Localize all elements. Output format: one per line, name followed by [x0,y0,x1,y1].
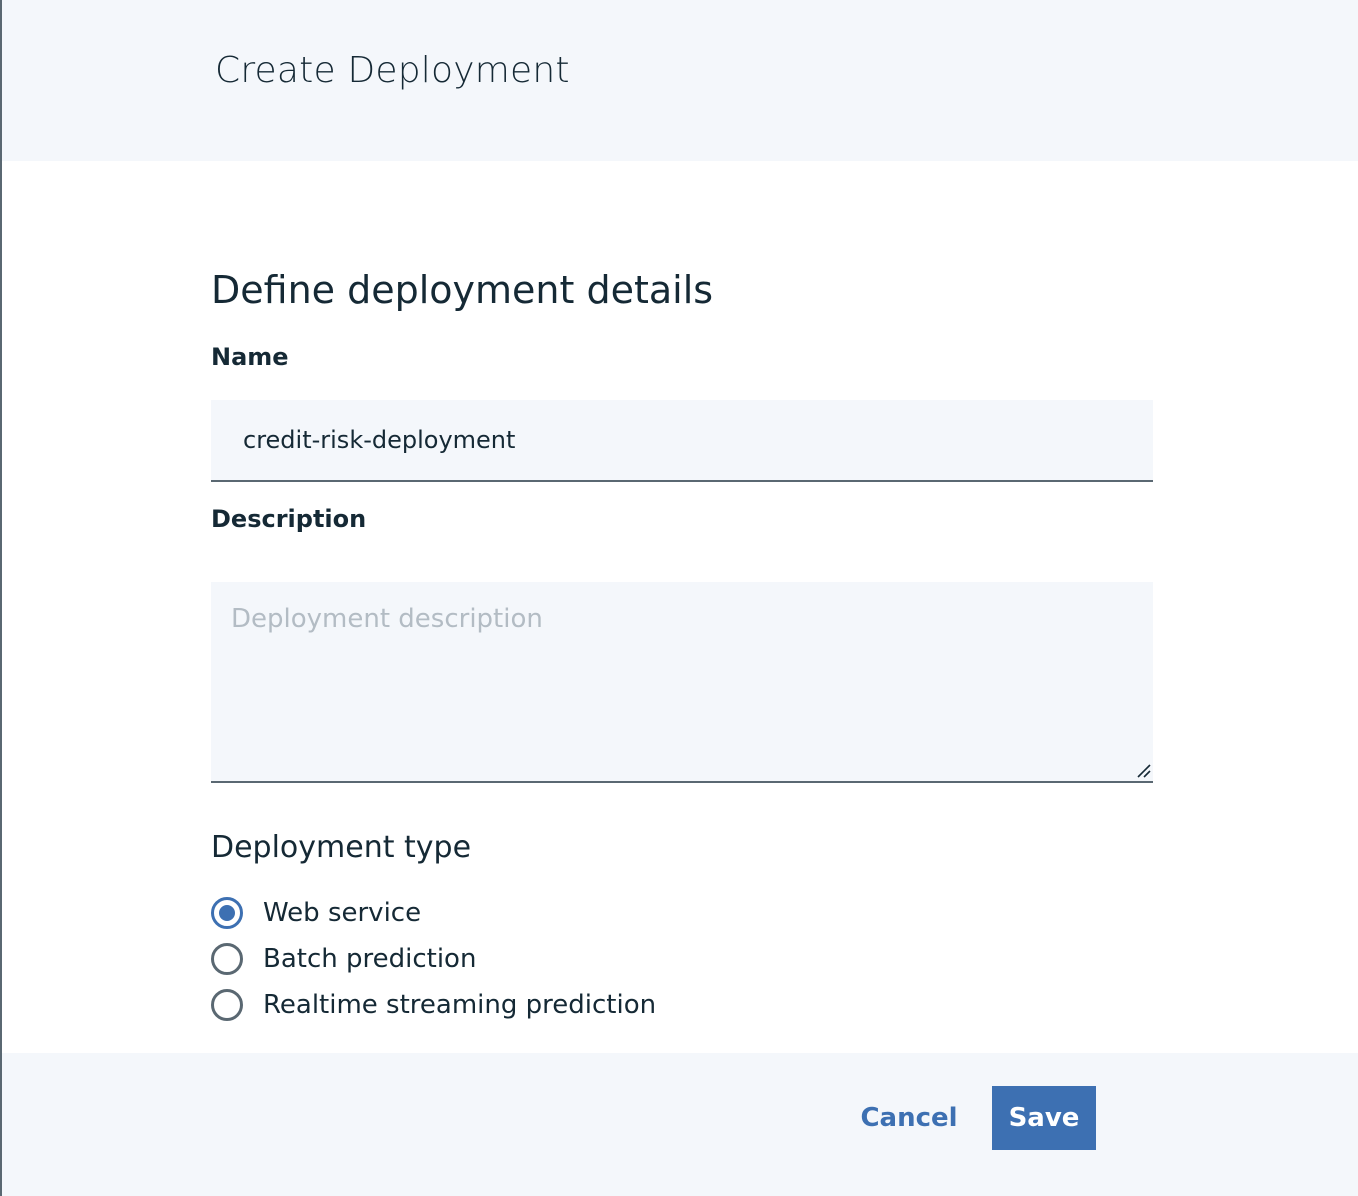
radio-label: Realtime streaming prediction [263,990,657,1020]
radio-option-web-service[interactable]: Web service [211,897,421,929]
radio-option-realtime-streaming-prediction[interactable]: Realtime streaming prediction [211,989,656,1021]
create-deployment-dialog: Create Deployment Define deployment deta… [0,0,1358,1196]
name-label: Name [211,343,289,371]
dialog-header: Create Deployment [2,0,1358,161]
radio-dot-icon [219,905,235,921]
resize-handle-icon[interactable] [1135,762,1151,778]
name-input[interactable] [211,400,1153,482]
radio-label: Web service [263,898,422,928]
radio-button-selected[interactable] [211,897,243,929]
radio-button[interactable] [211,989,243,1021]
description-textarea[interactable] [211,582,1153,783]
section-title: Define deployment details [211,268,714,312]
radio-button[interactable] [211,943,243,975]
deployment-type-title: Deployment type [211,830,472,865]
save-button[interactable]: Save [992,1086,1096,1150]
cancel-button[interactable]: Cancel [848,1086,970,1150]
description-label: Description [211,505,367,533]
radio-option-batch-prediction[interactable]: Batch prediction [211,943,476,975]
radio-label: Batch prediction [263,944,477,974]
dialog-title: Create Deployment [215,50,570,91]
dialog-footer [2,1053,1358,1196]
